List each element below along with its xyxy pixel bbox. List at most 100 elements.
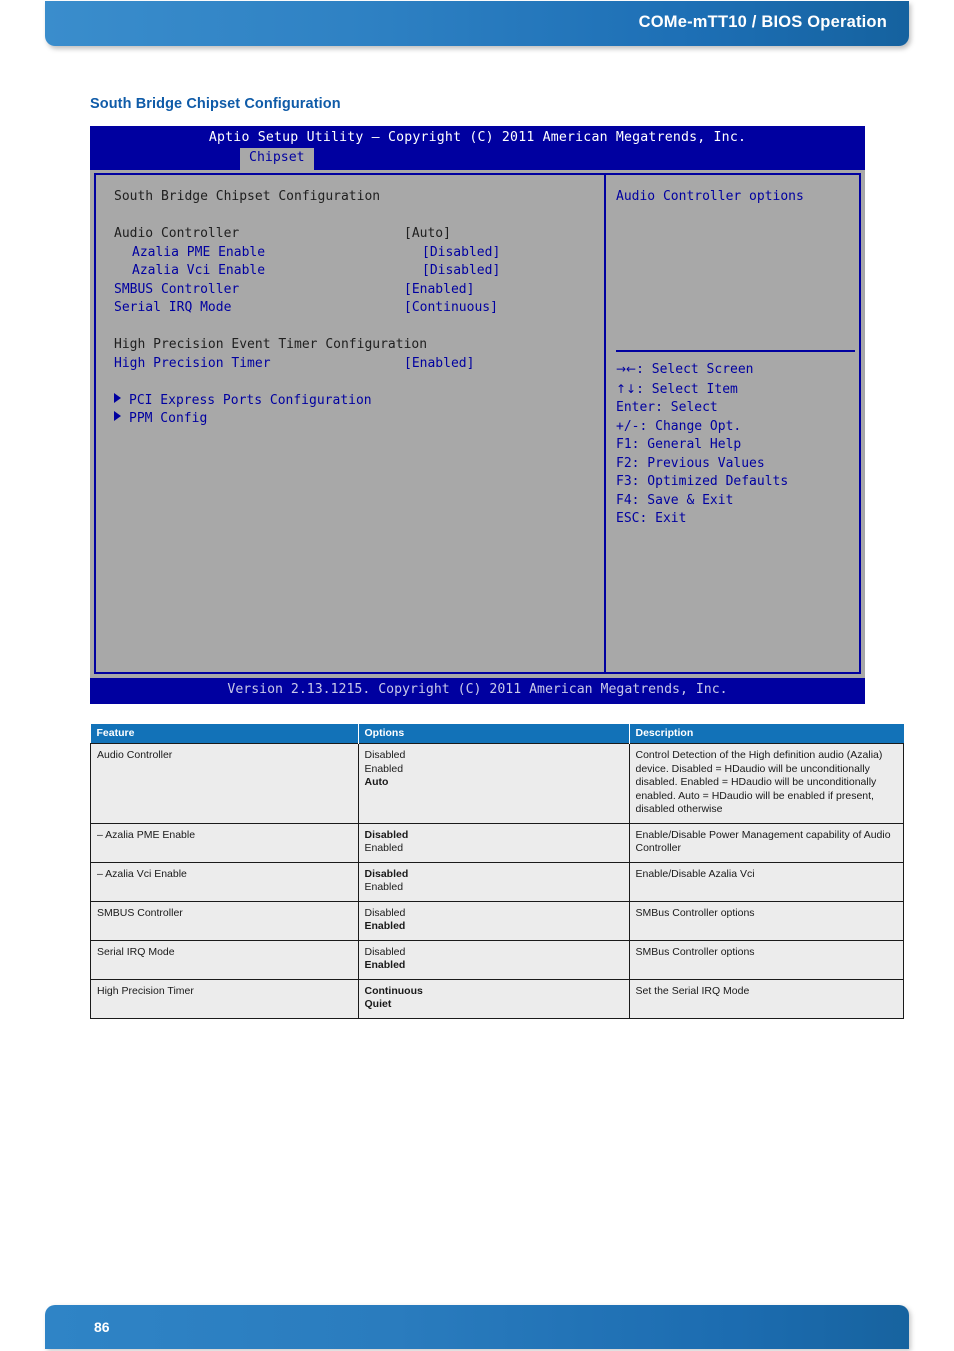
cell-feature: Audio Controller	[90, 743, 359, 824]
cell-feature: – Azalia PME Enable	[90, 822, 359, 863]
setting-value[interactable]: [Disabled]	[422, 262, 500, 281]
submenu-label: PCI Express Ports Configuration	[129, 392, 372, 408]
table-header-row: Feature Options Description	[90, 724, 904, 744]
cell-options: Disabled Enabled	[357, 900, 630, 941]
triangle-right-icon	[114, 411, 121, 421]
key-row-change-opt: +/-: Change Opt.	[616, 418, 742, 434]
cell-description: Set the Serial IRQ Mode	[628, 978, 904, 1019]
cell-feature: High Precision Timer	[90, 978, 359, 1019]
setting-label: High Precision Timer	[114, 355, 271, 371]
key-row-exit: ESC: Exit	[616, 511, 687, 526]
cell-description: Enable/Disable Azalia Vci	[628, 861, 904, 902]
bios-screenshot: Aptio Setup Utility – Copyright (C) 2011…	[90, 126, 865, 704]
setting-label: SMBUS Controller	[114, 281, 240, 297]
setting-value[interactable]: [Enabled]	[404, 281, 474, 300]
option-item-default: Auto	[364, 776, 389, 788]
setting-label: Serial IRQ Mode	[114, 300, 232, 315]
page-number: 86	[94, 1319, 110, 1335]
option-item: Disabled	[364, 749, 406, 761]
option-item-default: Enabled	[364, 959, 406, 971]
submenu-pci-express-ports-configuration[interactable]: PCI Express Ports Configuration	[114, 392, 604, 411]
column-header-description: Description	[628, 724, 904, 744]
bios-body: South Bridge Chipset Configuration Audio…	[90, 170, 865, 678]
key-row-select-screen: →←: Select Screen	[616, 360, 859, 380]
key-row-enter-select: Enter: Select	[616, 400, 718, 415]
cell-feature: Serial IRQ Mode	[90, 939, 359, 980]
cell-options: Continuous Quiet	[357, 978, 630, 1019]
option-item: Disabled	[364, 945, 406, 958]
submenu-label: PPM Config	[129, 411, 208, 426]
cell-options: Disabled Enabled Auto	[357, 743, 630, 824]
key-row-previous-values: F2: Previous Values	[616, 455, 765, 471]
option-item-default: Enabled	[364, 920, 406, 932]
setting-label: Azalia PME Enable	[132, 244, 266, 260]
key-row-save-and-exit: F4: Save & Exit	[616, 492, 734, 508]
setting-label: Audio Controller	[114, 226, 240, 241]
table-row: Serial IRQ Mode Disabled Enabled SMBus C…	[90, 939, 904, 980]
setting-row-serial-irq-mode[interactable]: Serial IRQ Mode [Continuous]	[114, 299, 604, 318]
table-row: – Azalia PME Enable Disabled Enabled Ena…	[90, 822, 904, 863]
bios-version-footer: Version 2.13.1215. Copyright (C) 2011 Am…	[90, 678, 865, 704]
table-row: High Precision Timer Continuous Quiet Se…	[90, 978, 904, 1019]
option-item-default: Disabled	[364, 828, 409, 841]
triangle-right-icon	[114, 392, 121, 403]
cell-description: SMBus Controller options	[628, 900, 904, 941]
arrow-up-down-icon: ↑↓	[616, 381, 637, 396]
option-item-default: Disabled	[364, 867, 409, 880]
bios-help-text: Audio Controller options	[616, 189, 804, 204]
page-header-title: COMe-mTT10 / BIOS Operation	[638, 13, 887, 31]
cell-description: Control Detection of the High definition…	[628, 743, 904, 824]
setting-value[interactable]: [Continuous]	[404, 299, 498, 318]
bios-titlebar: Aptio Setup Utility – Copyright (C) 2011…	[90, 126, 865, 170]
cell-feature: – Azalia Vci Enable	[90, 861, 359, 902]
option-item: Enabled	[364, 762, 404, 775]
bios-key-legend: →←: Select Screen ↑↓: Select Item Enter:…	[616, 352, 859, 529]
option-item-default: Quiet	[364, 998, 392, 1010]
setting-row-high-precision-timer[interactable]: High Precision Timer [Enabled]	[114, 355, 604, 374]
option-item: Enabled	[364, 881, 404, 893]
setting-value[interactable]: [Disabled]	[422, 244, 500, 263]
key-row-select-item: ↑↓: Select Item	[616, 380, 859, 400]
cell-options: Disabled Enabled	[357, 822, 630, 863]
setting-row-azalia-pme-enable[interactable]: Azalia PME Enable [Disabled]	[114, 244, 604, 263]
settings-reference-table: Feature Options Description Audio Contro…	[90, 724, 904, 1019]
setting-row-smbus-controller[interactable]: SMBUS Controller [Enabled]	[114, 281, 604, 300]
cell-description: SMBus Controller options	[628, 939, 904, 980]
bios-title: Aptio Setup Utility – Copyright (C) 2011…	[208, 130, 747, 145]
cell-options: Disabled Enabled	[357, 861, 630, 902]
setting-value[interactable]: [Auto]	[404, 225, 451, 244]
cell-options: Disabled Enabled	[357, 939, 630, 980]
setting-row-audio-controller[interactable]: Audio Controller [Auto]	[114, 225, 604, 244]
tab-chipset[interactable]: Chipset	[240, 148, 314, 170]
page-title: South Bridge Chipset Configuration	[90, 96, 341, 112]
column-header-feature: Feature	[90, 724, 358, 744]
bios-screen-heading: South Bridge Chipset Configuration	[114, 189, 381, 204]
table-row: SMBUS Controller Disabled Enabled SMBus …	[90, 900, 904, 941]
page-header-bar: COMe-mTT10 / BIOS Operation	[45, 1, 909, 46]
bios-settings-pane: South Bridge Chipset Configuration Audio…	[94, 173, 604, 674]
setting-row-azalia-vci-enable[interactable]: Azalia Vci Enable [Disabled]	[114, 262, 604, 281]
bios-hpet-heading: High Precision Event Timer Configuration	[114, 337, 428, 352]
option-item-default: Continuous	[364, 984, 423, 997]
cell-feature: SMBUS Controller	[90, 900, 359, 941]
key-label: : Select Item	[636, 381, 738, 397]
bios-tab-row: Chipset	[90, 148, 865, 170]
option-item: Enabled	[364, 842, 404, 854]
option-item: Disabled	[364, 906, 406, 919]
arrow-left-right-icon: →←	[616, 362, 637, 376]
table-row: Audio Controller Disabled Enabled Auto C…	[90, 743, 904, 824]
setting-label: Azalia Vci Enable	[132, 263, 266, 278]
key-row-optimized-defaults: F3: Optimized Defaults	[616, 474, 789, 489]
key-row-general-help: F1: General Help	[616, 437, 742, 452]
page-footer-bar: 86	[45, 1305, 909, 1349]
setting-value[interactable]: [Enabled]	[404, 355, 474, 374]
column-header-options: Options	[357, 724, 629, 744]
cell-description: Enable/Disable Power Management capabili…	[628, 822, 904, 863]
table-row: – Azalia Vci Enable Disabled Enabled Ena…	[90, 861, 904, 902]
submenu-ppm-config[interactable]: PPM Config	[114, 410, 604, 429]
